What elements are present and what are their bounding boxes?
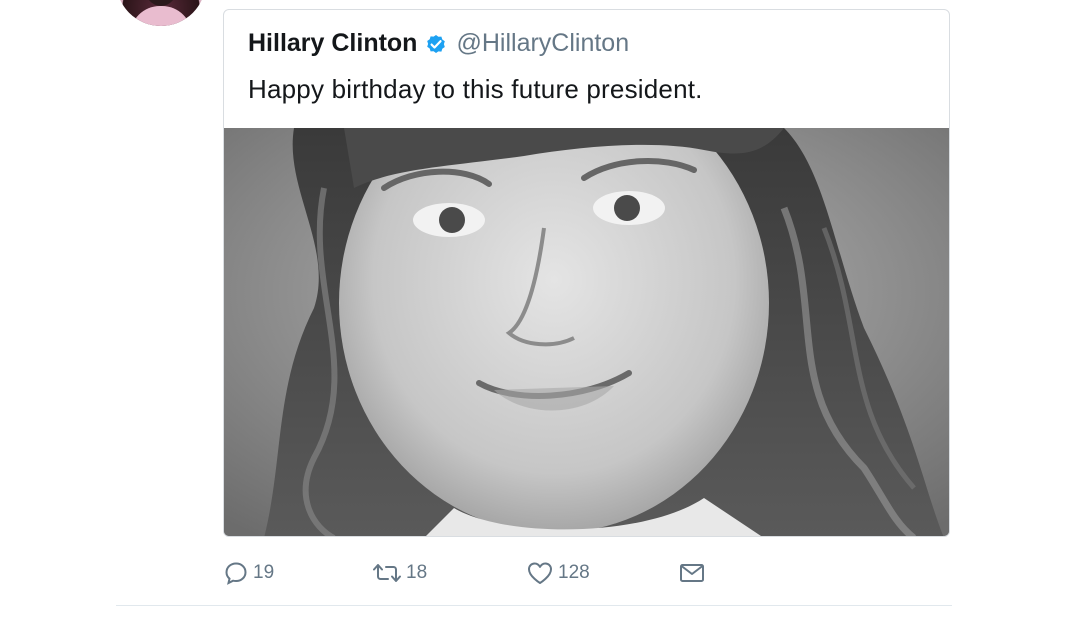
- quoted-display-name[interactable]: Hillary Clinton: [248, 29, 417, 58]
- reply-count: 19: [253, 562, 275, 583]
- quoted-tweet-header: Hillary Clinton @HillaryClinton: [248, 29, 629, 58]
- avatar[interactable]: [116, 0, 206, 26]
- tweet-actions: 19 18 128: [223, 558, 723, 588]
- reply-icon: [223, 560, 249, 586]
- tweet-photo[interactable]: [224, 128, 949, 536]
- like-count: 128: [558, 562, 590, 583]
- tweet-divider: [116, 605, 952, 606]
- quoted-tweet-text: Happy birthday to this future president.: [248, 74, 703, 104]
- avatar-shirt: [130, 6, 192, 26]
- like-button[interactable]: 128: [526, 558, 590, 588]
- quoted-handle[interactable]: @HillaryClinton: [456, 29, 629, 58]
- verified-badge-icon: [424, 32, 448, 56]
- retweet-count: 18: [406, 562, 428, 583]
- direct-message-button[interactable]: [678, 558, 706, 588]
- envelope-icon: [678, 560, 706, 586]
- heart-icon: [526, 560, 554, 586]
- retweet-icon: [372, 560, 402, 586]
- quoted-tweet-card[interactable]: Hillary Clinton @HillaryClinton Happy bi…: [223, 9, 950, 537]
- retweet-button[interactable]: 18: [372, 558, 427, 588]
- timeline-item: Hillary Clinton @HillaryClinton Happy bi…: [0, 0, 1082, 618]
- reply-button[interactable]: 19: [223, 558, 274, 588]
- avatar-hair: [144, 0, 178, 6]
